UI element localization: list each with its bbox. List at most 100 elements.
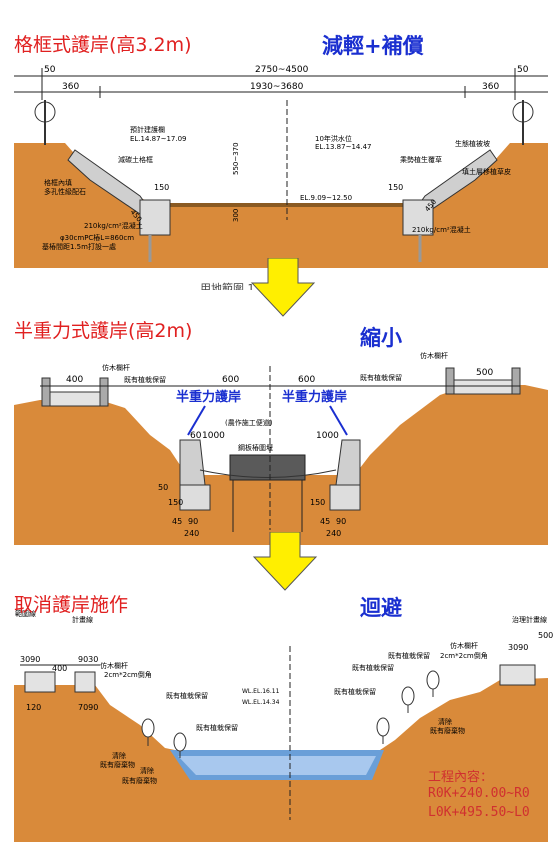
annotation: WL.EL.14.34 <box>242 699 280 706</box>
annotation: 2cm*2cm倒角 <box>440 651 488 660</box>
annotation: 300 <box>232 209 240 222</box>
wall-label-left: 半重力護岸 <box>176 389 241 405</box>
dim-label: 2750~4500 <box>255 65 309 75</box>
annotation: 仿木欄杆 <box>420 351 448 360</box>
annotation: EL.13.87~14.47 <box>315 143 372 151</box>
dim-label: 240 <box>326 529 341 538</box>
panel-action: 迴避 <box>360 596 402 620</box>
panel-lattice-revetment: 50 2750~4500 50 360 1930~3680 360 預計建護欄 … <box>0 0 557 290</box>
dim-label: 50 <box>158 483 168 492</box>
dim-label: 50 <box>44 65 56 75</box>
rail-block-left <box>47 391 105 407</box>
tree-icon-left <box>34 100 56 145</box>
annotation: 多孔性級配石 <box>44 187 86 196</box>
annotation: 鋼板樁圍堰 <box>238 443 273 452</box>
panel-action: 縮小 <box>360 326 402 350</box>
dim-label: 360 <box>482 82 499 92</box>
annotation: 生態植被坡 <box>455 139 490 148</box>
annotation: 基樁間距1.5m打設一處 <box>42 242 116 251</box>
rail-block-left-3b <box>74 671 96 693</box>
dim-label: 9030 <box>78 655 98 664</box>
annotation: 10年洪水位 <box>315 134 352 143</box>
dim-label: 600 <box>222 375 239 385</box>
annotation: 150 <box>154 183 169 192</box>
annotation: 乘勢植生覆草 <box>400 155 442 164</box>
annotation: 清除 <box>438 717 452 726</box>
annotation: 既有植栽保留 <box>360 373 402 382</box>
rail-block-right-3 <box>499 664 536 686</box>
dim-label: 150 <box>168 498 183 507</box>
dim-label: 3090 <box>20 655 40 664</box>
annotation: 清除 <box>112 751 126 760</box>
annotation: 210kg/cm²混凝土 <box>84 221 143 230</box>
work-content-title: 工程內容： <box>428 770 494 785</box>
dim-label: 500 <box>476 368 493 378</box>
dim-label: 50 <box>517 65 529 75</box>
tree-icon <box>401 686 415 713</box>
post-right-2 <box>511 367 521 395</box>
annotation: 仿木欄杆 <box>450 641 478 650</box>
annotation: 2cm*2cm倒角 <box>104 670 152 679</box>
annotation: EL.14.87~17.09 <box>130 135 187 143</box>
panel-title: 格框式護岸(高3.2m) <box>14 34 192 56</box>
annotation: 150 <box>388 183 403 192</box>
dim-label: 400 <box>52 664 67 673</box>
tree-icon <box>376 717 390 744</box>
annotation: 既有廢棄物 <box>100 760 135 769</box>
footing-right-2 <box>329 484 361 511</box>
dim-label: 7090 <box>78 703 98 712</box>
dim-label: 1930~3680 <box>250 82 304 92</box>
tree-icon <box>426 670 440 697</box>
dim-label: 60 <box>190 431 202 441</box>
annotation: 既有植栽保留 <box>166 691 208 700</box>
annotation: EL.9.09~12.50 <box>300 194 352 202</box>
annotation: 既有廢棄物 <box>122 776 157 785</box>
dim-label: 1000 <box>202 431 225 441</box>
wall-label-right: 半重力護岸 <box>282 389 347 405</box>
annotation: 減碳土格框 <box>118 155 153 164</box>
annotation: 仿木欄杆 <box>102 363 130 372</box>
work-content-line: L0K+495.50~L0 <box>428 805 530 820</box>
dim-label: 400 <box>66 375 83 385</box>
annotation: 550~370 <box>232 142 240 175</box>
annotation: 既有廢棄物 <box>430 726 465 735</box>
footing-left <box>139 199 171 236</box>
dim-label: 500 <box>538 631 553 640</box>
annotation: φ30cmPC樁L=860cm <box>60 233 134 242</box>
dim-label: 600 <box>298 375 315 385</box>
annotation: 既有植栽保留 <box>124 375 166 384</box>
panel-action: 減輕+補償 <box>322 34 424 58</box>
panel-semi-gravity-revetment: 400 600 600 500 60 1000 1000 50 150 150 … <box>0 300 557 550</box>
dim-label: 3090 <box>508 643 528 652</box>
semi-gravity-wall-right <box>335 439 361 486</box>
post-right <box>445 367 455 395</box>
dim-label: 1000 <box>316 431 339 441</box>
dim-label: 150 <box>310 498 325 507</box>
panel-no-revetment: 3090 400 9030 120 7090 500 3090 範圍線 計畫線 … <box>0 580 557 844</box>
dim-label: 120 <box>26 703 41 712</box>
footing-left-2 <box>179 484 211 511</box>
rail-block-right <box>449 379 516 395</box>
annotation: 既有植栽保留 <box>334 687 376 696</box>
dim-label: 240 <box>184 529 199 538</box>
annotation: 既有植栽保留 <box>196 723 238 732</box>
rail-block-left-3 <box>24 671 56 693</box>
annotation: WL.EL.16.11 <box>242 688 280 695</box>
post-left <box>41 377 51 407</box>
annotation: 210kg/cm²混凝土 <box>412 225 471 234</box>
dim-label: 45 <box>320 517 330 526</box>
annotation: 預計建護欄 <box>130 125 165 134</box>
river-water-light <box>178 756 376 775</box>
panel-title: 半重力式護岸(高2m) <box>14 320 193 342</box>
work-content-line: R0K+240.00~R0 <box>428 786 530 801</box>
panel-title: 取消護岸施作 <box>14 594 129 616</box>
annotation: 填土層移植草皮 <box>462 167 511 176</box>
annotation: 既有植栽保留 <box>388 651 430 660</box>
dim-label: 360 <box>62 82 79 92</box>
tree-icon-right <box>512 100 534 145</box>
dim-label: 45 <box>172 517 182 526</box>
dim-label: 90 <box>188 517 198 526</box>
dim-label: 90 <box>336 517 346 526</box>
annotation: 既有植栽保留 <box>352 663 394 672</box>
annotation: 清除 <box>140 766 154 775</box>
